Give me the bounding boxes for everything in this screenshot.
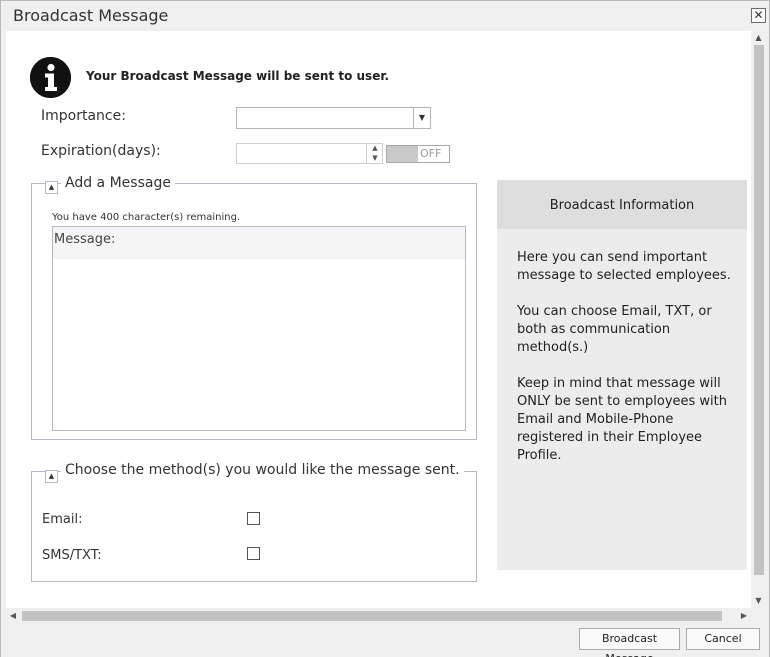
expiration-label: Expiration(days): bbox=[41, 143, 161, 159]
method-fieldset bbox=[31, 471, 477, 582]
dialog-title: Broadcast Message bbox=[13, 6, 169, 25]
collapse-message-button[interactable]: ▲ bbox=[45, 181, 58, 194]
vertical-scrollbar[interactable]: ▲ ▼ bbox=[751, 31, 766, 608]
sms-checkbox[interactable] bbox=[247, 547, 260, 560]
horizontal-scrollbar[interactable]: ◀ ▶ bbox=[6, 608, 751, 623]
scroll-right-icon[interactable]: ▶ bbox=[737, 608, 751, 623]
expiration-spinner[interactable]: ▲ ▼ bbox=[366, 143, 383, 164]
scroll-down-icon[interactable]: ▼ bbox=[751, 594, 766, 608]
collapse-method-button[interactable]: ▲ bbox=[45, 470, 58, 483]
scroll-up-icon[interactable]: ▲ bbox=[751, 31, 766, 45]
title-bar: Broadcast Message bbox=[1, 1, 769, 31]
method-legend: Choose the method(s) you would like the … bbox=[61, 462, 464, 478]
spin-up-icon[interactable]: ▲ bbox=[367, 143, 383, 153]
message-textarea[interactable]: Message: bbox=[52, 226, 466, 431]
chevron-up-icon: ▲ bbox=[48, 183, 55, 191]
email-checkbox[interactable] bbox=[247, 512, 260, 525]
broadcast-message-dialog: Broadcast Message ✕ Your Broadcast Messa… bbox=[0, 0, 770, 657]
vertical-scroll-thumb[interactable] bbox=[754, 45, 764, 575]
info-panel-title: Broadcast Information bbox=[497, 180, 747, 229]
info-icon bbox=[30, 57, 71, 98]
importance-label: Importance: bbox=[41, 108, 126, 124]
spin-down-icon[interactable]: ▼ bbox=[367, 153, 383, 163]
cancel-button[interactable]: Cancel bbox=[686, 628, 760, 650]
expiration-toggle[interactable]: OFF bbox=[386, 145, 450, 163]
toggle-knob bbox=[387, 146, 418, 162]
toggle-state: OFF bbox=[420, 147, 442, 160]
dialog-footer: Broadcast Message Cancel bbox=[1, 623, 769, 657]
characters-remaining: You have 400 character(s) remaining. bbox=[52, 212, 241, 223]
notice-text: Your Broadcast Message will be sent to u… bbox=[86, 69, 390, 83]
horizontal-scroll-thumb[interactable] bbox=[22, 611, 722, 621]
close-icon: ✕ bbox=[753, 8, 764, 22]
dialog-content: Your Broadcast Message will be sent to u… bbox=[6, 31, 751, 608]
add-message-legend: Add a Message bbox=[61, 175, 175, 191]
scroll-left-icon[interactable]: ◀ bbox=[6, 608, 20, 623]
message-placeholder: Message: bbox=[53, 227, 465, 259]
broadcast-info-panel: Broadcast Information Here you can send … bbox=[497, 180, 747, 570]
expiration-days-input[interactable] bbox=[236, 143, 383, 164]
email-label: Email: bbox=[42, 512, 83, 527]
sms-label: SMS/TXT: bbox=[42, 548, 102, 563]
importance-select[interactable]: ▼ bbox=[236, 107, 431, 129]
info-paragraph: Here you can send important message to s… bbox=[517, 250, 731, 283]
info-paragraph: You can choose Email, TXT, or both as co… bbox=[517, 304, 712, 355]
chevron-down-icon[interactable]: ▼ bbox=[413, 108, 430, 128]
chevron-up-icon: ▲ bbox=[48, 472, 55, 480]
broadcast-message-button[interactable]: Broadcast Message bbox=[579, 628, 680, 657]
info-paragraph: Keep in mind that message will ONLY be s… bbox=[517, 376, 728, 463]
close-button[interactable]: ✕ bbox=[751, 8, 766, 23]
